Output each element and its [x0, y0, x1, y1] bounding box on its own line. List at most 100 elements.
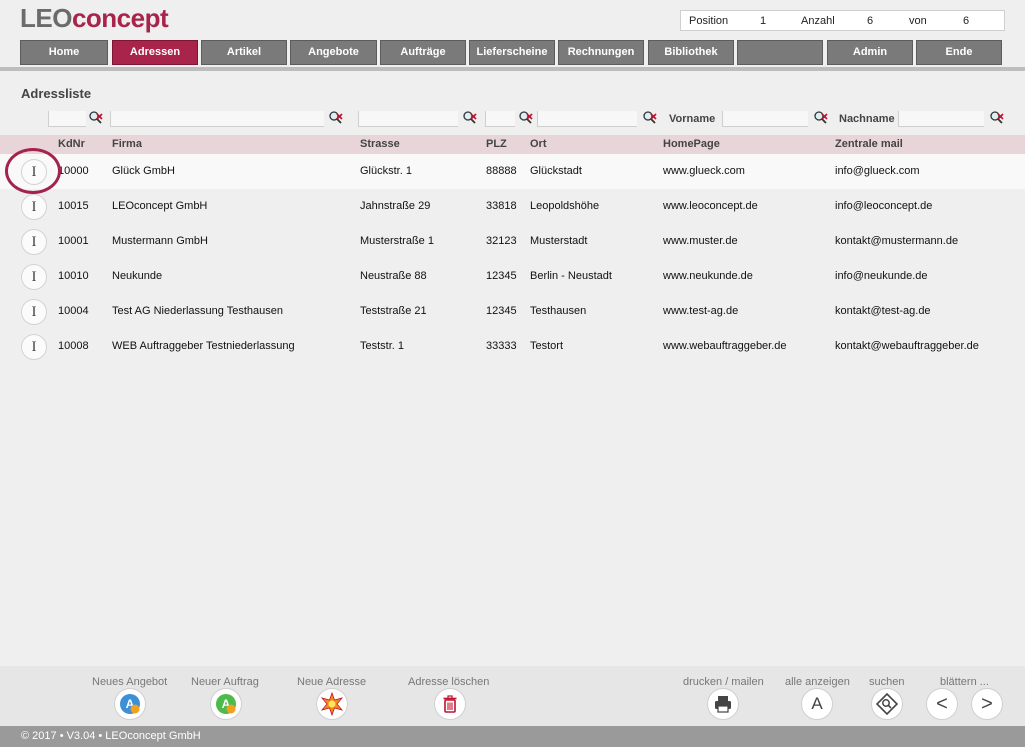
cell-ort: Musterstadt — [530, 235, 588, 247]
filter-plz-input[interactable] — [485, 111, 515, 127]
blaettern-label: blättern ... — [940, 676, 989, 688]
search-button[interactable] — [871, 688, 903, 720]
cell-mail: info@glueck.com — [835, 165, 920, 177]
cell-kdnr: 10000 — [58, 165, 89, 177]
cell-strasse: Musterstraße 1 — [360, 235, 434, 247]
printer-icon — [715, 696, 731, 713]
cell-homepage: www.neukunde.de — [663, 270, 753, 282]
nav-ende[interactable]: Ende — [916, 40, 1002, 65]
nav-divider — [0, 67, 1025, 71]
chevron-left-icon: < — [936, 693, 948, 715]
cell-plz: 88888 — [486, 165, 517, 177]
cell-kdnr: 10004 — [58, 305, 89, 317]
row-detail-button[interactable]: I — [21, 264, 47, 290]
search-clear-icon[interactable] — [328, 110, 344, 126]
cell-homepage: www.test-ag.de — [663, 305, 739, 317]
cell-firma: Test AG Niederlassung Testhausen — [112, 305, 284, 317]
suchen-label: suchen — [869, 676, 905, 688]
filter-strasse-input[interactable] — [358, 111, 458, 127]
nav-rechnungen[interactable]: Rechnungen — [558, 40, 644, 65]
cell-mail: info@neukunde.de — [835, 270, 928, 282]
col-ort[interactable]: Ort — [530, 138, 547, 150]
table-row[interactable]: I 10004 Test AG Niederlassung Testhausen… — [0, 294, 1025, 329]
filter-nachname-input[interactable] — [898, 111, 984, 127]
new-order-button[interactable]: A — [210, 688, 242, 720]
search-clear-icon[interactable] — [88, 110, 104, 126]
show-all-button[interactable]: A — [801, 688, 833, 720]
nav-bibliothek[interactable]: Bibliothek — [648, 40, 734, 65]
position-value: 1 — [760, 15, 767, 27]
row-detail-button[interactable]: I — [21, 299, 47, 325]
delete-address-button[interactable] — [434, 688, 466, 720]
cell-homepage: www.glueck.com — [663, 165, 745, 177]
filter-ort-input[interactable] — [537, 111, 637, 127]
nav-lieferscheine[interactable]: Lieferscheine — [469, 40, 555, 65]
nav-angebote[interactable]: Angebote — [290, 40, 377, 65]
new-offer-icon: A — [120, 694, 140, 714]
cell-mail: info@leoconcept.de — [835, 200, 933, 212]
von-label: von — [909, 15, 927, 27]
cell-firma: LEOconcept GmbH — [112, 200, 208, 212]
cell-kdnr: 10001 — [58, 235, 89, 247]
von-value: 6 — [963, 15, 970, 27]
cell-plz: 12345 — [486, 305, 517, 317]
cell-firma: Glück GmbH — [112, 165, 175, 177]
filter-firma-input[interactable] — [110, 111, 324, 127]
table-row[interactable]: I 10015 LEOconcept GmbH Jahnstraße 29 33… — [0, 189, 1025, 224]
table-row[interactable]: I 10001 Mustermann GmbH Musterstraße 1 3… — [0, 224, 1025, 259]
cell-ort: Glückstadt — [530, 165, 582, 177]
app-logo: LEOconcept — [20, 3, 169, 33]
col-kdnr[interactable]: KdNr — [58, 138, 85, 150]
col-plz[interactable]: PLZ — [486, 138, 507, 150]
new-order-icon: A — [216, 694, 236, 714]
cell-kdnr: 10015 — [58, 200, 89, 212]
search-clear-icon[interactable] — [462, 110, 478, 126]
table-header: KdNr Firma Strasse PLZ Ort HomePage Zent… — [0, 135, 1025, 154]
col-homepage[interactable]: HomePage — [663, 138, 720, 150]
row-detail-button[interactable]: I — [21, 194, 47, 220]
table-row[interactable]: I 10010 Neukunde Neustraße 88 12345 Berl… — [0, 259, 1025, 294]
cell-ort: Leopoldshöhe — [530, 200, 600, 212]
filter-nachname-label: Nachname — [839, 113, 895, 125]
nav-artikel[interactable]: Artikel — [201, 40, 287, 65]
previous-page-button[interactable]: < — [926, 688, 958, 720]
search-clear-icon[interactable] — [989, 110, 1005, 126]
cell-homepage: www.leoconcept.de — [663, 200, 758, 212]
table-row[interactable]: I 10000 Glück GmbH Glückstr. 1 88888 Glü… — [0, 154, 1025, 189]
nav-empty[interactable] — [737, 40, 823, 65]
cell-homepage: www.webauftraggeber.de — [663, 340, 787, 352]
search-clear-icon[interactable] — [518, 110, 534, 126]
adresse-loeschen-label: Adresse löschen — [408, 676, 490, 688]
col-firma[interactable]: Firma — [112, 138, 142, 150]
drucken-label: drucken / mailen — [683, 676, 764, 688]
cell-mail: kontakt@mustermann.de — [835, 235, 959, 247]
record-info-box: Position 1 Anzahl 6 von 6 — [680, 10, 1005, 31]
cell-strasse: Teststraße 21 — [360, 305, 427, 317]
search-icon — [875, 692, 899, 716]
anzahl-value: 6 — [867, 15, 874, 27]
filter-kdnr-input[interactable] — [48, 111, 86, 127]
nav-admin[interactable]: Admin — [827, 40, 913, 65]
row-detail-button[interactable]: I — [21, 334, 47, 360]
col-strasse[interactable]: Strasse — [360, 138, 400, 150]
filter-vorname-label: Vorname — [669, 113, 716, 125]
footer-text: © 2017 • V3.04 • LEOconcept GmbH — [21, 730, 201, 742]
row-detail-button[interactable]: I — [21, 229, 47, 255]
col-zentrale-mail[interactable]: Zentrale mail — [835, 138, 903, 150]
anzahl-label: Anzahl — [801, 15, 835, 27]
nav-adressen[interactable]: Adressen — [112, 40, 198, 65]
nav-home[interactable]: Home — [20, 40, 108, 65]
cell-strasse: Neustraße 88 — [360, 270, 427, 282]
neues-angebot-label: Neues Angebot — [92, 676, 168, 688]
filter-vorname-input[interactable] — [722, 111, 808, 127]
table-row[interactable]: I 10008 WEB Auftraggeber Testniederlassu… — [0, 329, 1025, 364]
print-mail-button[interactable] — [707, 688, 739, 720]
nav-auftraege[interactable]: Aufträge — [380, 40, 466, 65]
cell-ort: Testhausen — [530, 305, 587, 317]
new-address-button[interactable] — [316, 688, 348, 720]
next-page-button[interactable]: > — [971, 688, 1003, 720]
search-clear-icon[interactable] — [642, 110, 658, 126]
search-clear-icon[interactable] — [813, 110, 829, 126]
new-offer-button[interactable]: A — [114, 688, 146, 720]
cell-strasse: Teststr. 1 — [360, 340, 405, 352]
